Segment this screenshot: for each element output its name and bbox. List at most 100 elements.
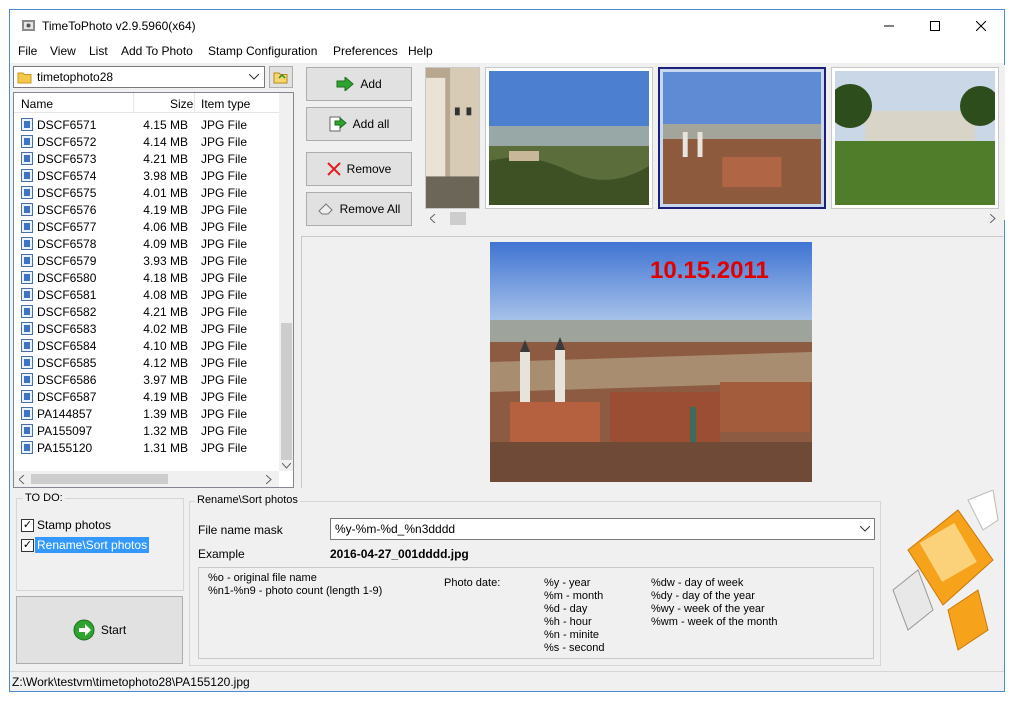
rename-sort-checkbox[interactable]: ✓ (21, 539, 34, 552)
file-name: DSCF6575 (37, 186, 97, 200)
file-row[interactable]: DSCF6584 4.10 MB JPG File (14, 337, 279, 354)
file-type: JPG File (201, 441, 248, 455)
file-type: JPG File (201, 152, 248, 166)
thumbnail-2[interactable] (485, 67, 653, 209)
file-name-mask-combo[interactable]: %y-%m-%d_%n3dddd (330, 518, 875, 540)
file-row[interactable]: DSCF6577 4.06 MB JPG File (14, 218, 279, 235)
file-name: DSCF6583 (37, 322, 97, 336)
help-day-of-week: %dw - day of week (651, 577, 744, 589)
file-name-mask-value: %y-%m-%d_%n3dddd (335, 522, 456, 536)
file-size: 4.01 MB (143, 186, 188, 200)
start-button[interactable]: Start (16, 596, 183, 664)
close-button[interactable] (958, 10, 1004, 41)
file-row[interactable]: DSCF6578 4.09 MB JPG File (14, 235, 279, 252)
jpg-file-icon (21, 135, 33, 148)
jpg-file-icon (21, 339, 33, 352)
maximize-button[interactable] (912, 10, 958, 41)
remove-x-icon (326, 162, 341, 176)
jpg-file-icon (21, 118, 33, 131)
jpg-file-icon (21, 203, 33, 216)
file-row[interactable]: DSCF6573 4.21 MB JPG File (14, 150, 279, 167)
jpg-file-icon (21, 441, 33, 454)
thumbnail-image (835, 71, 995, 205)
file-row[interactable]: DSCF6587 4.19 MB JPG File (14, 388, 279, 405)
file-size: 4.09 MB (143, 237, 188, 251)
thumbnail-scroll-right-icon[interactable] (990, 214, 996, 223)
maximize-icon (930, 20, 940, 31)
minimize-button[interactable] (866, 10, 912, 41)
column-name[interactable]: Name (21, 97, 53, 111)
file-size: 4.14 MB (143, 135, 188, 149)
file-row[interactable]: DSCF6583 4.02 MB JPG File (14, 320, 279, 337)
column-item-type[interactable]: Item type (201, 97, 250, 111)
file-type: JPG File (201, 135, 248, 149)
file-row[interactable]: DSCF6579 3.93 MB JPG File (14, 252, 279, 269)
file-name: DSCF6574 (37, 169, 97, 183)
file-name: PA155120 (37, 441, 93, 455)
thumbnail-image (663, 72, 821, 204)
file-type: JPG File (201, 356, 248, 370)
window-title: TimeToPhoto v2.9.5960(x64) (42, 19, 196, 33)
file-type: JPG File (201, 305, 248, 319)
file-row[interactable]: DSCF6581 4.08 MB JPG File (14, 286, 279, 303)
menu-stamp-configuration[interactable]: Stamp Configuration (208, 44, 317, 58)
file-size: 4.19 MB (143, 390, 188, 404)
menu-add-to-photo[interactable]: Add To Photo (121, 44, 193, 58)
column-size[interactable]: Size (170, 97, 193, 111)
remove-all-button[interactable]: Remove All (306, 192, 412, 226)
folder-combo-value: timetophoto28 (37, 70, 114, 84)
remove-button[interactable]: Remove (306, 152, 412, 186)
add-all-button[interactable]: Add all (306, 107, 412, 141)
file-row[interactable]: PA144857 1.39 MB JPG File (14, 405, 279, 422)
add-button[interactable]: Add (306, 67, 412, 101)
add-arrow-icon (336, 77, 355, 91)
stamp-photos-checkbox[interactable]: ✓ (21, 519, 34, 532)
title-bar: TimeToPhoto v2.9.5960(x64) (10, 10, 1004, 41)
file-row[interactable]: DSCF6572 4.14 MB JPG File (14, 133, 279, 150)
file-row[interactable]: DSCF6575 4.01 MB JPG File (14, 184, 279, 201)
menu-preferences[interactable]: Preferences (333, 44, 398, 58)
file-row[interactable]: PA155097 1.32 MB JPG File (14, 422, 279, 439)
help-second: %s - second (544, 642, 605, 654)
file-row[interactable]: DSCF6571 4.15 MB JPG File (14, 116, 279, 133)
help-original: %o - original file name (208, 572, 317, 584)
menu-file[interactable]: File (18, 44, 37, 58)
file-type: JPG File (201, 118, 248, 132)
preview-photo: 10.15.2011 (490, 242, 812, 482)
file-type: JPG File (201, 424, 248, 438)
jpg-file-icon (21, 220, 33, 233)
help-day: %d - day (544, 603, 588, 615)
thumbnail-scroll-left-icon[interactable] (430, 214, 436, 223)
file-name: DSCF6577 (37, 220, 97, 234)
file-list-vscroll[interactable] (279, 93, 293, 471)
browse-folder-button[interactable] (269, 66, 293, 88)
file-row[interactable]: DSCF6574 3.98 MB JPG File (14, 167, 279, 184)
thumbnail-1[interactable] (425, 67, 480, 209)
add-all-icon (329, 116, 347, 132)
menu-list[interactable]: List (89, 44, 108, 58)
jpg-file-icon (21, 424, 33, 437)
thumbnail-3-selected[interactable] (658, 67, 826, 209)
file-list-hscroll[interactable] (14, 471, 279, 487)
folder-combo[interactable]: timetophoto28 (13, 66, 265, 88)
file-name: DSCF6586 (37, 373, 97, 387)
thumbnail-4[interactable] (831, 67, 999, 209)
thumbnail-image (489, 71, 649, 205)
file-row[interactable]: PA155120 1.31 MB JPG File (14, 439, 279, 456)
thumbnail-image (426, 68, 479, 208)
file-row[interactable]: DSCF6580 4.18 MB JPG File (14, 269, 279, 286)
stamp-photos-label[interactable]: Stamp photos (37, 518, 111, 532)
file-row[interactable]: DSCF6585 4.12 MB JPG File (14, 354, 279, 371)
help-minute: %n - minite (544, 629, 600, 641)
file-type: JPG File (201, 237, 248, 251)
thumbnail-scroll-thumb[interactable] (450, 212, 466, 225)
menu-help[interactable]: Help (408, 44, 433, 58)
file-row[interactable]: DSCF6582 4.21 MB JPG File (14, 303, 279, 320)
file-row[interactable]: DSCF6576 4.19 MB JPG File (14, 201, 279, 218)
file-size: 4.12 MB (143, 356, 188, 370)
file-row[interactable]: DSCF6586 3.97 MB JPG File (14, 371, 279, 388)
file-list[interactable]: Name Size Item type DSCF6571 4.15 MB JPG F… (13, 92, 294, 488)
file-type: JPG File (201, 169, 248, 183)
rename-sort-label[interactable]: Rename\Sort photos (35, 537, 150, 553)
menu-view[interactable]: View (50, 44, 76, 58)
